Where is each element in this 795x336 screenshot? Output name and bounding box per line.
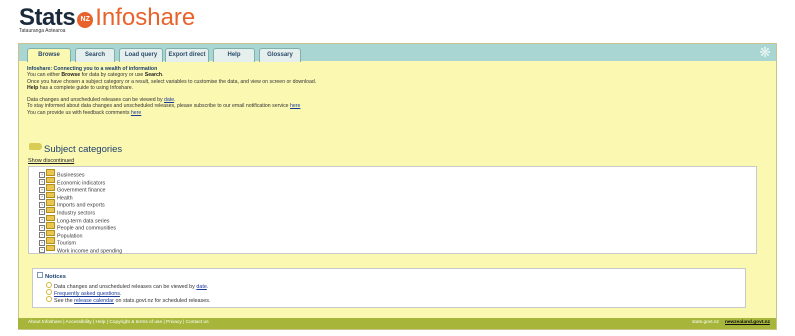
tab-load-query[interactable]: Load query (119, 48, 163, 62)
notice-text: . (206, 284, 209, 290)
tree-item[interactable]: + Economic indicators (39, 176, 122, 186)
stats-nz-logo[interactable]: Stats NZ Infoshare Tatauranga Aotearoa (19, 4, 196, 35)
intro-text-span: To stay informed about data changes and … (27, 103, 290, 110)
subject-categories-heading: Subject categories (29, 139, 123, 155)
tab-help[interactable]: Help (213, 48, 255, 62)
intro-text-span: has a complete guide to using Infoshare. (38, 84, 134, 91)
feedback-here-link[interactable]: here (131, 110, 141, 116)
folder-icon (46, 237, 55, 244)
intro-line-6: You can provide us with feedback comment… (27, 110, 767, 116)
intro-text-span: . (174, 97, 176, 104)
subscribe-here-link[interactable]: here (290, 103, 300, 109)
folder-icon (46, 184, 55, 191)
tree-item-label[interactable]: Work income and spending (57, 248, 122, 254)
folder-icon (46, 229, 55, 237)
tree-item[interactable]: + Businesses (39, 169, 122, 179)
show-discontinued-link[interactable]: Show discontinued (28, 158, 74, 164)
notices-title-text: Notices (45, 274, 66, 280)
notices-icon (37, 272, 43, 278)
main-panel: Browse Search Load query Export direct H… (18, 43, 777, 330)
tree-item[interactable]: + Work income and spending (39, 244, 122, 254)
folder-icon (46, 169, 55, 176)
browse-emphasis: Browse (61, 72, 81, 79)
folder-icon (46, 206, 55, 214)
tree-item[interactable]: + Long-term data series (39, 214, 122, 224)
tab-bar: Browse Search Load query Export direct H… (19, 44, 776, 62)
folder-icon (46, 176, 55, 184)
notice-item: See the release calendar on stats.govt.n… (46, 296, 210, 304)
tab-search[interactable]: Search (75, 48, 115, 62)
tab-glossary[interactable]: Glossary (259, 48, 301, 62)
tree-item[interactable]: + Industry sectors (39, 206, 122, 216)
tree-item[interactable]: + Imports and exports (39, 199, 122, 209)
logo-infoshare-text: Infoshare (95, 4, 196, 31)
footer-right: stats.govt.nz newzealand.govt.nz (692, 320, 770, 325)
bullet-icon (46, 296, 52, 302)
notice-date-link[interactable]: date (196, 284, 207, 290)
bullet-icon (46, 289, 52, 295)
bullet-icon (46, 282, 52, 288)
intro-text-span: . (162, 72, 164, 79)
notices-box: Notices Data changes and unscheduled rel… (32, 268, 746, 308)
intro-text: Infoshare: Connecting you to a wealth of… (27, 66, 767, 116)
nz-govt-link[interactable]: newzealand.govt.nz (725, 320, 770, 325)
tag-icon (29, 143, 42, 150)
decorative-swirl-icon: ❋ (759, 44, 771, 60)
logo-nz-badge: NZ (77, 12, 94, 28)
intro-text-span: for data by category or use (80, 72, 145, 79)
intro-text-span: You can either (27, 72, 62, 79)
tree-item[interactable]: + Government finance (39, 184, 122, 194)
notices-title: Notices (37, 272, 66, 280)
tree-item[interactable]: + People and communities (39, 222, 122, 232)
folder-icon (46, 244, 55, 252)
folder-icon (46, 214, 55, 222)
site-footer: About Infoshare | Accessibility | Help |… (18, 318, 776, 329)
category-tree-list: + Businesses + Economic indicators + Governme… (39, 169, 122, 254)
date-link[interactable]: date (164, 97, 174, 103)
site-header: Stats NZ Infoshare Tatauranga Aotearoa (0, 0, 795, 42)
tab-export-direct[interactable]: Export direct (165, 48, 209, 62)
intro-text-span: Data changes and unscheduled releases ca… (27, 97, 164, 104)
folder-icon (46, 199, 55, 206)
release-calendar-link[interactable]: release calendar (74, 298, 114, 304)
logo-stats-text: Stats (19, 4, 76, 31)
stats-govt-link[interactable]: stats.govt.nz (692, 320, 719, 325)
folder-icon (46, 222, 55, 229)
notice-text: on stats.govt.nz for scheduled releases. (113, 298, 211, 304)
help-emphasis: Help (27, 84, 39, 91)
category-tree: + Businesses + Economic indicators + Governme… (28, 166, 757, 254)
footer-links[interactable]: About Infoshare | Accessibility | Help |… (28, 320, 209, 325)
expand-icon[interactable]: + (39, 247, 45, 254)
folder-icon (46, 191, 55, 199)
subject-categories-title: Subject categories (44, 144, 123, 155)
notice-text: See the (54, 298, 75, 304)
intro-text-span: You can provide us with feedback comment… (27, 109, 131, 116)
tab-browse[interactable]: Browse (27, 48, 71, 62)
search-emphasis: Search (144, 72, 163, 79)
